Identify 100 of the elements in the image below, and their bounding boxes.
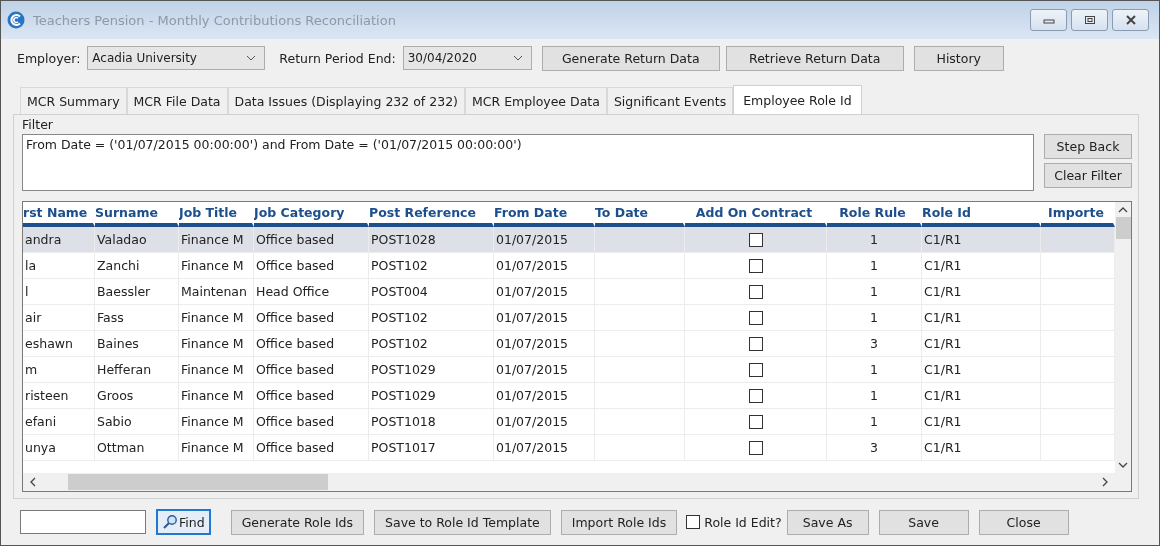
action-button[interactable]: Save As [786,509,869,535]
find-button[interactable]: Find [156,509,211,535]
table-row[interactable]: efani Sabio Finance M Office based POST1018 01/07/2015 1 C1/R1 [23,409,1115,435]
table-cell: Finance M [181,414,244,429]
window-title: Teachers Pension - Monthly Contributions Reconciliation [33,12,397,28]
table-row[interactable]: unya Ottman Finance M Office based POST1017 01/07/2015 3 C1/R1 [23,435,1115,461]
checkbox[interactable] [748,336,763,351]
table-cell: 3 [870,336,878,351]
table-cell: C1/R1 [924,336,962,351]
tab[interactable]: MCR File Data [126,87,228,114]
table-cell: 01/07/2015 [496,258,569,273]
search-field[interactable] [20,510,146,534]
table-cell: air [25,310,42,325]
table-cell: la [25,258,37,273]
tab[interactable]: MCR Employee Data [465,87,607,114]
checkbox[interactable] [748,310,763,325]
filter-button[interactable]: Step Back [1044,134,1132,159]
period-dropdown[interactable]: 30/04/2020 [402,46,532,70]
table-cell: C1/R1 [924,362,962,377]
table-cell: 1 [870,310,878,325]
toolbar-button[interactable]: Generate Return Data [541,45,720,71]
table-cell: Finance M [181,310,244,325]
period-label: Return Period End: [279,50,396,66]
tab[interactable]: Significant Events [606,87,734,114]
tab[interactable]: Data Issues (Displaying 232 of 232) [227,87,465,114]
toolbar-button[interactable]: Retrieve Return Data [725,45,904,71]
table-cell: Finance M [181,258,244,273]
scroll-up-icon [1118,206,1128,213]
table-cell: 1 [870,362,878,377]
checkbox[interactable] [748,232,763,247]
table-cell: POST1028 [371,232,436,247]
action-button[interactable]: Close [978,509,1069,535]
table-cell: Baines [97,336,139,351]
checkbox[interactable] [748,414,763,429]
table-row[interactable]: andra Valadao Finance M Office based POST1028 01/07/2015 1 C1/R1 [23,227,1115,253]
action-button[interactable]: Import Role Ids [560,509,678,535]
table-cell: risteen [25,388,69,403]
scroll-thumb[interactable] [1115,217,1131,239]
table-row[interactable]: m Hefferan Finance M Office based POST1029 01/07/2015 1 C1/R1 [23,357,1115,383]
table-cell: Ottman [97,440,145,455]
table-cell: Office based [256,232,335,247]
chevron-down-icon [512,55,523,61]
vertical-scrollbar[interactable] [1115,202,1131,473]
table-cell: Office based [256,388,335,403]
table-cell: POST004 [371,284,428,299]
table-cell: Zanchi [97,258,140,273]
role-id-edit-checkbox[interactable]: Role Id Edit? [686,514,782,530]
table-cell: POST1029 [371,388,436,403]
horizontal-scrollbar[interactable] [23,473,1131,491]
employer-label: Employer: [17,50,81,66]
table-cell: l [25,284,29,299]
table-cell: Fass [97,310,124,325]
table-row[interactable]: air Fass Finance M Office based POST102 01/07/2015 1 C1/R1 [23,305,1115,331]
table-row[interactable]: risteen Groos Finance M Office based POST1029 01/07/2015 1 C1/R1 [23,383,1115,409]
table-cell: Head Office [256,284,330,299]
table-cell: Finance M [181,440,244,455]
table-cell: 01/07/2015 [496,414,569,429]
search-icon [162,514,178,530]
checkbox[interactable] [748,440,763,455]
table-cell: C1/R1 [924,284,962,299]
table-cell: POST1017 [371,440,436,455]
table-row[interactable]: la Zanchi Finance M Office based POST102 01/07/2015 1 C1/R1 [23,253,1115,279]
scroll-right-icon [1102,477,1109,487]
table-cell: unya [25,440,56,455]
employer-dropdown[interactable]: Acadia University [87,46,266,70]
table-cell: 01/07/2015 [496,362,569,377]
table-cell: C1/R1 [924,310,962,325]
table-row[interactable]: l Baessler Maintenan Head Office POST004 01/07/2015 1 C1/R1 [23,279,1115,305]
table-cell: Finance M [181,388,244,403]
checkbox[interactable] [748,362,763,377]
action-button[interactable]: Generate Role Ids [230,509,365,535]
close-icon [1124,15,1137,25]
maximize-button[interactable] [1071,9,1108,31]
table-cell: Valadao [97,232,147,247]
scroll-thumb[interactable] [68,474,328,490]
filter-text-area[interactable]: From Date = ('01/07/2015 00:00:00') and From Date = ('01/07/2015 00:00:00') [22,134,1034,191]
checkbox[interactable] [748,388,763,403]
table-cell: POST1029 [371,362,436,377]
table-row[interactable]: eshawn Baines Finance M Office based POST102 01/07/2015 3 C1/R1 [23,331,1115,357]
toolbar-button[interactable]: History [913,45,1004,71]
tab[interactable]: MCR Summary [20,87,127,114]
table-cell: C1/R1 [924,440,962,455]
table-cell: 01/07/2015 [496,232,569,247]
scroll-left-icon [29,477,36,487]
table-cell: 01/07/2015 [496,388,569,403]
close-button[interactable] [1112,9,1149,31]
action-button[interactable]: Save [878,509,969,535]
scroll-down-icon [1118,462,1128,469]
maximize-icon [1083,15,1096,25]
checkbox[interactable] [748,284,763,299]
checkbox[interactable] [748,258,763,273]
table-cell: Office based [256,440,335,455]
app-logo-icon [7,11,25,29]
table-cell: Finance M [181,362,244,377]
table-cell: 1 [870,232,878,247]
tab[interactable]: Employee Role Id [733,85,862,114]
filter-button[interactable]: Clear Filter [1044,163,1132,188]
action-button[interactable]: Save to Role Id Template [374,509,551,535]
table-cell: C1/R1 [924,414,962,429]
table-cell: Groos [97,388,134,403]
